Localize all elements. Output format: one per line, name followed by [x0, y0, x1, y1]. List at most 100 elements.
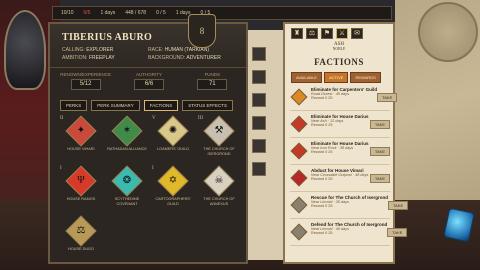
top-resource-bar: 10/10 0/5 1 days 448 / 678 0 / 5 1 days …: [52, 6, 392, 20]
faction-card[interactable]: I Ψ HOUSE RAMOS: [58, 165, 104, 206]
tab-factions[interactable]: FACTIONS: [143, 100, 179, 111]
faction-card[interactable]: ☠ THE CHURCH OF ANNEXUS: [196, 165, 242, 206]
quest-row: Eliminate for House Darius Near Iron Rock…: [290, 138, 390, 165]
tavern-icon[interactable]: ⚑: [321, 28, 333, 39]
resource-morale: 0 / 5: [156, 10, 166, 16]
quest-faction-icon: [290, 223, 308, 241]
inventory-slot[interactable]: [252, 116, 266, 130]
quest-faction-icon: [290, 115, 308, 133]
faction-card[interactable]: ✶ RATHADAN ALLIANCE: [104, 115, 150, 156]
inventory-slot[interactable]: [252, 47, 266, 61]
faction-emblem-icon: ⚒: [203, 115, 235, 147]
faction-emblem-icon: ☠: [203, 165, 235, 197]
quest-text: Defend for The Church of Isergrond Near L…: [311, 222, 387, 235]
take-quest-button[interactable]: TAKE: [369, 120, 390, 129]
faction-card[interactable]: ⚖ HOUSE DUGO: [58, 215, 104, 252]
tab-available[interactable]: AVAILABLE: [291, 72, 322, 83]
quest-reward: Reward 0 25: [311, 150, 333, 154]
inventory-slot[interactable]: [252, 70, 266, 84]
resource-supplies: 448 / 678: [125, 10, 147, 16]
quest-text: Abduct for House Vimari Near Crossdale Ou…: [311, 168, 370, 181]
tab-active[interactable]: ACTIVE: [323, 72, 349, 83]
inventory-slot[interactable]: [252, 139, 266, 153]
faction-rank: I: [152, 166, 154, 172]
faction-glyph: ❂: [122, 175, 132, 187]
faction-glyph: Ψ: [77, 175, 85, 187]
faction-label: HOUSE DUGO: [68, 247, 94, 252]
quest-reward: Reward 0 25: [311, 177, 333, 181]
background-value: ADVENTURER: [186, 55, 221, 61]
faction-label: HOUSE VIHARI: [67, 147, 95, 151]
ambition-row: AMBITION: FREEPLAY: [62, 55, 115, 61]
faction-label: THE CHURCH OF ANNEXUS: [203, 197, 235, 206]
faction-label: RATHADAN ALLIANCE: [107, 147, 147, 151]
faction-label: LOAMERS' GUILD: [157, 147, 189, 151]
faction-glyph: ⚖: [76, 225, 86, 237]
faction-glyph: ⚒: [214, 125, 224, 136]
tab-status-effects[interactable]: STATUS EFFECTS: [182, 100, 234, 111]
background-row: BACKGROUND: ADVENTURER: [148, 55, 221, 61]
resource-days: 1 days: [100, 10, 116, 16]
quest-row: Abduct for House Vimari Near Crossdale Ou…: [290, 165, 390, 192]
faction-emblem-icon: ✡: [157, 165, 189, 197]
take-quest-button[interactable]: TAKE: [388, 201, 409, 210]
character-header: TIBERIUS ABURO CALLING: EXPLORER AMBITIO…: [50, 24, 246, 68]
quest-faction-icon: [290, 142, 308, 160]
factions-title: FACTIONS: [314, 57, 364, 67]
quest-text: Eliminate for House Darius Near Ash · 12 …: [311, 114, 370, 127]
faction-rank: II: [60, 116, 64, 121]
map-icon[interactable]: ✉: [351, 28, 363, 39]
character-name: TIBERIUS ABURO: [62, 32, 153, 43]
faction-label: THE CHURCH OF ISERGROND: [203, 147, 235, 156]
take-quest-button[interactable]: TAKE: [369, 174, 390, 183]
faction-card[interactable]: I ✡ CARTOGRAPHERS' GUILD: [150, 165, 196, 206]
stats-row: RENOWN/EXPERIENCE 5/12 AUTHORITY 6/6 FUN…: [56, 72, 242, 94]
take-quest-button[interactable]: TAKE: [369, 147, 390, 156]
faction-card[interactable]: V ✺ LOAMERS' GUILD: [150, 115, 196, 156]
location-factions-panel: ♜ ⚖ ⚑ ⚔ ✉ ASH NOBLE FACTIONS AVAILABLE A…: [283, 22, 409, 264]
tab-perk-summary[interactable]: PERK SUMMARY: [91, 100, 140, 111]
resource-health: 10/10: [61, 10, 74, 16]
faction-card[interactable]: II ✦ HOUSE VIHARI: [58, 115, 104, 156]
faction-card[interactable]: III ⚒ THE CHURCH OF ISERGROND: [196, 115, 242, 156]
faction-emblem-icon: ⚖: [65, 215, 97, 247]
market-icon[interactable]: ⚖: [306, 28, 318, 39]
take-quest-button[interactable]: TAKE: [387, 228, 408, 237]
factions-icon[interactable]: ⚔: [336, 28, 348, 39]
tab-perks[interactable]: PERKS: [60, 100, 88, 111]
ambition-value: FREEPLAY: [88, 55, 115, 61]
quest-reward: Reward 0 25: [311, 231, 333, 235]
take-quest-button[interactable]: TAKE: [377, 93, 398, 102]
factions-grid: II ✦ HOUSE VIHARI ✶ RATHADAN ALLIANCE V ✺ LOAME…: [58, 115, 242, 252]
quest-reward: Reward 0 25: [311, 204, 333, 208]
stat-funds: FUNDS 71: [183, 72, 242, 94]
faction-glyph: ✦: [76, 125, 86, 136]
tab-rewards[interactable]: REWARDS: [350, 72, 381, 83]
stat-authority-value: 6/6: [133, 79, 164, 90]
quest-text: Rescue for The Church of Isergrond Near L…: [311, 195, 388, 208]
faction-glyph: ☠: [214, 175, 224, 187]
quest-row: Defend for The Church of Isergrond Near L…: [290, 219, 408, 246]
quest-reward: Reward 0 25: [311, 96, 333, 100]
quest-reward: Reward 0 25: [311, 123, 333, 127]
quest-faction-icon: [290, 88, 308, 106]
calling-value: EXPLORER: [86, 47, 114, 53]
shield-emblem-icon: [4, 10, 46, 90]
quest-tabs: AVAILABLE ACTIVE REWARDS: [291, 72, 381, 83]
character-tabs: PERKS PERK SUMMARY FACTIONS STATUS EFFEC…: [60, 100, 234, 111]
inventory-slot[interactable]: [252, 162, 266, 176]
faction-rank: I: [60, 166, 62, 172]
inventory-slot[interactable]: [252, 93, 266, 107]
resource-food: 0/5: [83, 10, 91, 16]
stat-renown: RENOWN/EXPERIENCE 5/12: [56, 72, 115, 94]
stat-renown-value: 5/12: [70, 79, 101, 90]
faction-card[interactable]: ❂ SCYTHEDINE COVENANT: [104, 165, 150, 206]
faction-glyph: ✡: [168, 175, 178, 187]
faction-rank: V: [152, 116, 156, 121]
quest-faction-icon: [290, 196, 308, 214]
quest-text: Eliminate for House Darius Near Iron Rock…: [311, 141, 370, 154]
stat-funds-value: 71: [197, 79, 228, 90]
quest-text: Eliminate for Carpenters' Guild Road Dore…: [311, 87, 377, 100]
castle-icon[interactable]: ♜: [291, 28, 303, 39]
faction-label: CARTOGRAPHERS' GUILD: [155, 197, 191, 206]
